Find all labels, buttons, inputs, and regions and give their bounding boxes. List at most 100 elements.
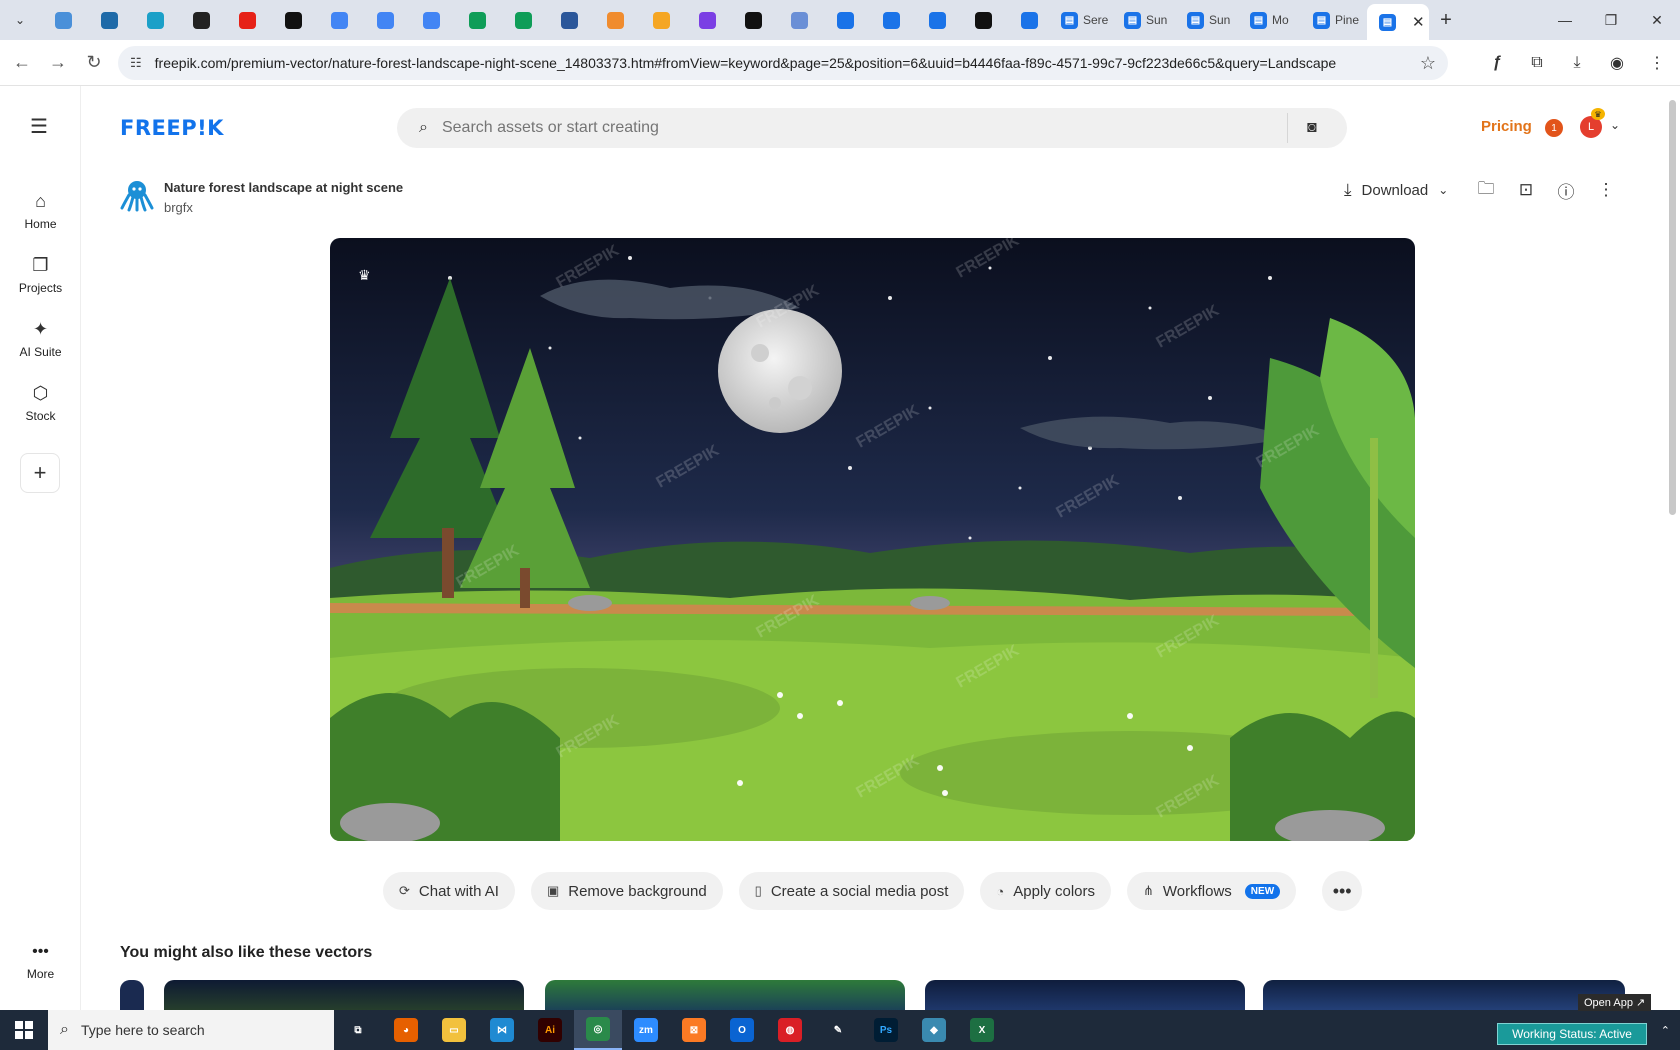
vscode-taskbar-icon[interactable]: ⋈ [478,1010,526,1050]
photoshop-taskbar-icon[interactable]: Ps [862,1010,910,1050]
browser-tab[interactable] [40,4,86,36]
camera-search-icon[interactable]: ◙ [1307,119,1317,137]
notification-badge[interactable]: 1 [1545,119,1563,137]
apply-colors-button[interactable]: ◔ Apply colors [980,872,1111,910]
browser-tab[interactable] [960,4,1006,36]
pricing-link[interactable]: Pricing [1481,118,1532,135]
sidebar-item-ai-suite[interactable]: ✦ AI Suite [0,319,81,359]
download-button[interactable]: ⤓ Download ⌄ [1344,176,1448,204]
chevron-down-icon[interactable]: ⌄ [1610,118,1620,132]
zoom-taskbar-icon[interactable]: zm [622,1010,670,1050]
creative-cloud-taskbar-icon[interactable]: ◍ [766,1010,814,1050]
close-tab-icon[interactable]: ✕ [1412,13,1425,31]
chat-with-ai-button[interactable]: ⟳ Chat with AI [383,872,515,910]
browser-tab[interactable] [638,4,684,36]
browser-tab[interactable] [684,4,730,36]
tray-chevron-icon[interactable]: ⌃ [1661,1024,1670,1037]
related-thumb[interactable] [545,980,905,1010]
author-octopus-icon[interactable] [120,178,154,212]
browser-tab[interactable]: ▤ Mo [1241,4,1304,36]
browser-tab[interactable] [454,4,500,36]
freepik-logo[interactable]: FREEP!K [120,116,224,140]
minimize-icon[interactable]: — [1542,0,1588,40]
restore-icon[interactable]: ❐ [1588,0,1634,40]
url-text[interactable]: freepik.com/premium-vector/nature-forest… [155,55,1337,71]
browser-tab[interactable] [914,4,960,36]
form-icon [1020,11,1038,29]
back-icon[interactable]: ← [4,45,40,81]
reload-icon[interactable]: ↻ [76,45,112,81]
browser-tab[interactable] [592,4,638,36]
create-a-social-media-post-button[interactable]: ▯ Create a social media post [738,872,965,910]
dev-app-taskbar-icon[interactable]: ◆ [910,1010,958,1050]
browser-tab[interactable] [868,4,914,36]
outlook-taskbar-icon[interactable]: O [718,1010,766,1050]
illustrator-taskbar-icon[interactable]: Ai [526,1010,574,1050]
taskbar-search[interactable]: ⌕ Type here to search [48,1010,334,1050]
save-to-folder-icon[interactable]: 🗀 [1472,176,1500,204]
related-thumb[interactable] [164,980,524,1010]
active-tab[interactable]: ▤ ✕ [1367,4,1429,40]
site-info-icon[interactable]: ☷ [130,55,142,71]
workflows-button[interactable]: ⋔ Workflows NEW [1126,872,1297,910]
browser-tab[interactable] [316,4,362,36]
browser-tab[interactable] [86,4,132,36]
sidebar-item-home[interactable]: ⌂ Home [0,191,81,231]
related-thumb[interactable] [120,980,144,1010]
hamburger-menu-icon[interactable]: ☰ [30,114,48,139]
save-to-collection-icon[interactable]: ⊡ [1512,176,1540,204]
browser-tab[interactable] [822,4,868,36]
close-window-icon[interactable]: ✕ [1634,0,1680,40]
bookmark-star-icon[interactable]: ☆ [1420,53,1436,74]
new-tab-button[interactable]: + [1429,9,1463,32]
browser-tab[interactable] [362,4,408,36]
browser-tab[interactable] [730,4,776,36]
file-explorer-taskbar-icon[interactable]: ▭ [430,1010,478,1050]
browser-tab[interactable] [224,4,270,36]
author-name[interactable]: brgfx [164,200,193,215]
working-status-badge[interactable]: Working Status: Active [1497,1023,1647,1045]
omnibox[interactable]: ☷ freepik.com/premium-vector/nature-fore… [118,46,1448,80]
search-input[interactable] [441,119,1222,137]
related-thumb[interactable] [1263,980,1625,1010]
browser-tab[interactable] [178,4,224,36]
sidebar-more[interactable]: ••• More [0,943,81,981]
excel-taskbar-icon[interactable]: X [958,1010,1006,1050]
downloads-icon[interactable]: ⤓ [1560,46,1594,80]
browser-tab[interactable]: ▤ Sun [1178,4,1241,36]
add-button[interactable]: + [20,453,60,493]
browser-tab[interactable] [1006,4,1052,36]
browser-tab[interactable]: ▤ Sun [1115,4,1178,36]
browser-tab[interactable] [776,4,822,36]
hero-image[interactable]: FREEPIK FREEPIK FREEPIK FREEPIK FREEPIK … [330,238,1415,841]
scrollbar-thumb[interactable] [1669,100,1676,515]
chrome-menu-icon[interactable]: ⋮ [1640,46,1674,80]
forward-icon[interactable]: → [40,45,76,81]
more-tools-button[interactable]: ••• [1322,871,1363,911]
browser-tab[interactable]: ▤ Pine [1304,4,1367,36]
tab-search-button[interactable]: ⌄ [0,13,40,27]
browser-tab[interactable] [500,4,546,36]
sidebar-item-stock[interactable]: ⬡ Stock [0,383,81,423]
browser-tab[interactable] [132,4,178,36]
pen-tool-taskbar-icon[interactable]: ✎ [814,1010,862,1050]
browser-tab[interactable] [408,4,454,36]
remove-background-button[interactable]: ▣ Remove background [530,872,723,910]
extensions-puzzle-icon[interactable]: ⧉ [1520,46,1554,80]
browser-tab[interactable]: ▤ Sere [1052,4,1115,36]
chrome-taskbar-icon[interactable]: ◎ [574,1010,622,1050]
firefox-taskbar-icon[interactable]: ◕ [382,1010,430,1050]
page-scrollbar[interactable] [1665,86,1680,1010]
windows-start-icon[interactable] [0,1010,48,1050]
browser-tab[interactable] [270,4,316,36]
profile-icon[interactable]: ◉ [1600,46,1634,80]
task-view-taskbar-icon[interactable]: ⧉ [334,1010,382,1050]
xampp-taskbar-icon[interactable]: ⊠ [670,1010,718,1050]
sidebar-item-projects[interactable]: ❐ Projects [0,255,81,295]
related-thumb[interactable] [925,980,1245,1010]
info-icon[interactable]: ⓘ [1552,176,1580,204]
more-options-icon[interactable]: ⋮ [1592,176,1620,204]
fonts-extension-icon[interactable]: ƒ [1480,46,1514,80]
browser-tab[interactable] [546,4,592,36]
open-app-button[interactable]: Open App ↗ [1578,994,1652,1011]
